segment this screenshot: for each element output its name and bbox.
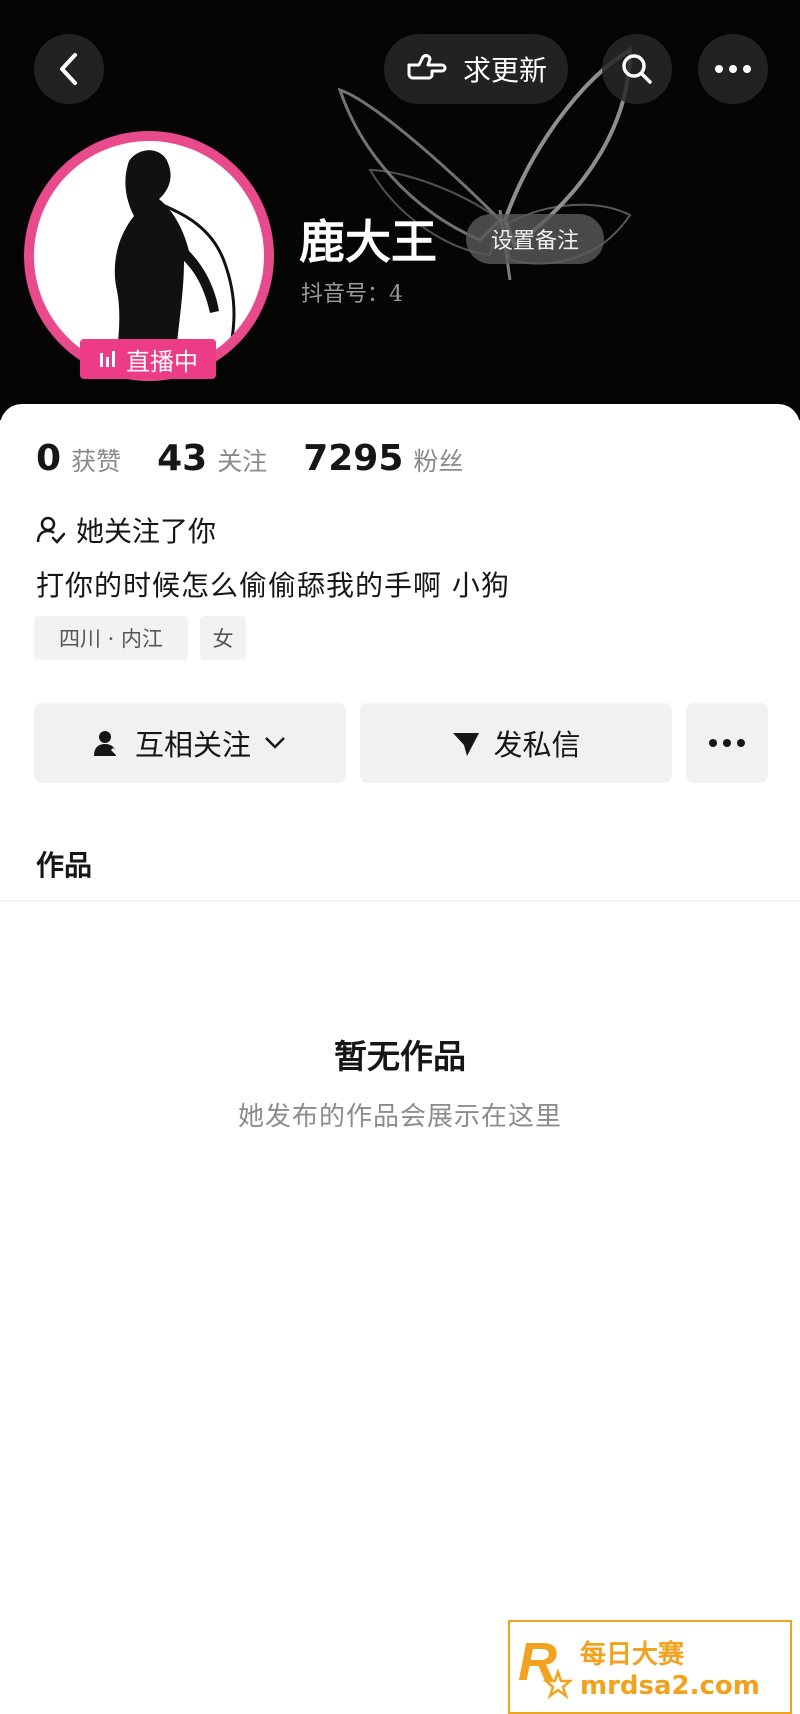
send-arrow-icon — [453, 733, 480, 756]
gender-tag: 女 — [200, 616, 246, 660]
more-horizontal-icon — [709, 739, 745, 747]
live-badge-label: 直播中 — [126, 347, 198, 376]
tab-works[interactable]: 作品 — [36, 844, 92, 884]
following-label[interactable]: 关注 — [217, 442, 267, 478]
chevron-left-icon — [60, 53, 77, 85]
profile-name: 鹿大王 — [299, 215, 437, 269]
mutual-follow-label: 互相关注 — [134, 728, 251, 762]
top-navigation-bar: 求更新 — [0, 0, 800, 140]
divider — [0, 900, 800, 902]
search-icon — [622, 54, 652, 84]
more-options-button[interactable] — [698, 34, 768, 104]
watermark: R 每日大赛 mrdsa2.com — [508, 1620, 792, 1714]
watermark-url: mrdsa2.com — [580, 1670, 760, 1701]
more-actions-button[interactable] — [686, 703, 768, 783]
search-button[interactable] — [602, 34, 672, 104]
live-badge[interactable]: 直播中 — [80, 339, 216, 379]
likes-count: 0 — [36, 438, 62, 479]
pointing-hand-icon — [407, 54, 447, 80]
silhouette-avatar-image — [114, 150, 236, 371]
chevron-down-icon — [265, 737, 285, 749]
request-update-label: 求更新 — [462, 54, 547, 87]
watermark-cn: 每日大赛 — [580, 1639, 685, 1670]
set-remark-button[interactable]: 设置备注 — [466, 214, 604, 264]
avatar — [34, 141, 264, 371]
location-tag[interactable]: 四川 · 内江 — [34, 616, 188, 660]
bio-text: 打你的时候怎么偷偷舔我的手啊 小狗 — [36, 569, 510, 602]
followers-label[interactable]: 粉丝 — [413, 442, 463, 478]
followers-count[interactable]: 7295 — [303, 438, 403, 479]
back-button[interactable] — [34, 34, 104, 104]
send-message-label: 发私信 — [493, 728, 581, 762]
live-bars-icon — [100, 351, 115, 367]
douyin-id: 抖音号：4 — [301, 282, 403, 307]
more-horizontal-icon — [715, 65, 751, 73]
watermark-text: 每日大赛 mrdsa2.com — [580, 1634, 760, 1701]
following-count[interactable]: 43 — [157, 438, 207, 479]
likes-label: 获赞 — [71, 447, 122, 476]
follows-you-note: 她关注了你 — [36, 510, 216, 550]
send-message-button[interactable]: 发私信 — [360, 703, 672, 783]
request-update-button[interactable]: 求更新 — [384, 34, 568, 104]
svg-text:R: R — [518, 1632, 557, 1692]
watermark-logo: R — [510, 1624, 580, 1710]
mutual-follow-button[interactable]: 互相关注 — [34, 703, 346, 783]
empty-state-title: 暂无作品 — [334, 1037, 466, 1076]
user-icon — [93, 731, 123, 756]
user-check-icon — [36, 516, 66, 544]
empty-state-subtitle: 她发布的作品会展示在这里 — [237, 1102, 562, 1132]
profile-header: 求更新 直播中 鹿大王 设置备注 抖音号：4 — [0, 0, 800, 420]
profile-stats: 0 获赞 43 关注 7295 粉丝 — [36, 438, 499, 479]
follows-you-text: 她关注了你 — [76, 515, 217, 548]
